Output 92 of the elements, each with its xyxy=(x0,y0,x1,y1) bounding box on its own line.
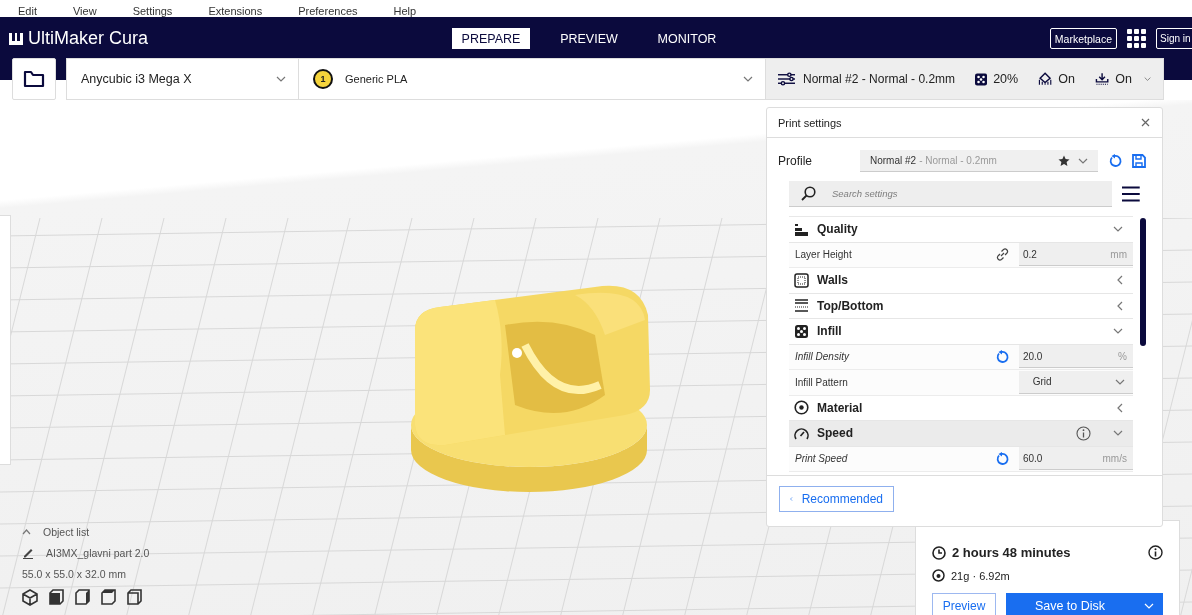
search-field[interactable]: Search settings xyxy=(789,181,1113,207)
sliders-icon xyxy=(778,70,796,88)
reset-icon[interactable] xyxy=(1108,154,1122,168)
save-icon[interactable] xyxy=(1132,154,1146,168)
adhesion-icon xyxy=(1095,70,1110,88)
view-front-icon[interactable] xyxy=(48,589,65,606)
chevron-down-icon xyxy=(1113,430,1123,437)
setting-dropdown[interactable]: Grid xyxy=(1018,370,1133,394)
view-top-icon[interactable] xyxy=(100,589,117,606)
app-title: UltiMaker Cura xyxy=(28,28,149,49)
caret-up-icon[interactable] xyxy=(22,529,31,535)
setting-label: Print Speed xyxy=(795,453,849,465)
profile-summary: Normal #2 - Normal - 0.2mm xyxy=(803,72,956,86)
menu-item[interactable]: Settings xyxy=(132,5,173,17)
chevron-left-icon xyxy=(1117,275,1123,286)
pencil-icon xyxy=(22,547,34,559)
marketplace-button[interactable]: Marketplace xyxy=(1049,28,1117,49)
chevron-down-icon xyxy=(1115,378,1125,385)
setting-category[interactable]: Top/Bottom xyxy=(789,293,1133,319)
folder-icon xyxy=(23,70,45,88)
print-settings-summary[interactable]: Normal #2 - Normal - 0.2mm 20% On On xyxy=(766,58,1164,100)
chevron-down-icon xyxy=(1113,328,1123,335)
logo-icon xyxy=(8,31,24,46)
view-left-icon[interactable] xyxy=(126,589,143,606)
setting-label: Layer Height xyxy=(795,249,853,261)
support-value: On xyxy=(1058,72,1076,86)
profile-label: Profile xyxy=(778,154,813,168)
stage-tab[interactable]: MONITOR xyxy=(648,28,726,49)
setting-label: Infill Density xyxy=(795,351,851,363)
stage-tab[interactable]: PREVIEW xyxy=(550,28,628,49)
material-selector[interactable]: 1 Generic PLA xyxy=(299,58,766,100)
chevron-left-icon xyxy=(1117,300,1123,311)
infill-icon xyxy=(975,70,988,88)
recommended-button[interactable]: Recommended xyxy=(779,486,894,512)
setting-category[interactable]: Speed xyxy=(789,421,1133,447)
infill-value: 20% xyxy=(993,72,1019,86)
setting-category[interactable]: Walls xyxy=(789,268,1133,294)
panel-title: Print settings xyxy=(778,116,842,129)
menu-item[interactable]: Help xyxy=(393,5,417,17)
setting-category[interactable]: Quality xyxy=(789,217,1133,243)
profile-dropdown[interactable]: Normal #2 - Normal - 0.2mm xyxy=(860,150,1098,172)
walls-icon xyxy=(794,272,809,288)
menu-item[interactable]: Extensions xyxy=(208,5,263,17)
scrollbar-thumb[interactable] xyxy=(1140,218,1146,346)
gauge-icon xyxy=(794,425,809,441)
extruder-badge: 1 xyxy=(313,69,333,89)
object-list-toggle[interactable]: Object list xyxy=(43,526,90,538)
spool-icon xyxy=(794,400,809,416)
quality-icon xyxy=(794,221,809,237)
close-icon[interactable] xyxy=(1141,118,1150,127)
chevron-down-icon xyxy=(276,76,286,82)
reset-icon[interactable] xyxy=(995,349,1010,364)
setting-input[interactable]: 0.2 mm xyxy=(1018,243,1133,267)
menu-item[interactable]: Preferences xyxy=(298,5,358,17)
chevron-down-icon xyxy=(1143,76,1151,82)
link-icon xyxy=(994,247,1010,263)
chevron-down-icon xyxy=(1078,157,1088,164)
clock-icon xyxy=(932,545,946,560)
chevron-left-icon xyxy=(1117,402,1123,413)
menu-item[interactable]: Edit xyxy=(18,5,37,17)
setting-label: Infill Pattern xyxy=(795,376,849,388)
open-file-button[interactable] xyxy=(12,58,56,100)
top-bottom-icon xyxy=(794,298,809,314)
stage-tab[interactable]: PREPARE xyxy=(452,28,530,49)
setting-input[interactable]: 20.0 % xyxy=(1018,345,1133,369)
chevron-down-icon xyxy=(743,76,753,82)
spool-icon xyxy=(932,569,945,582)
material-usage: 21g · 6.92m xyxy=(951,569,1010,582)
print-time: 2 hours 48 minutes xyxy=(952,545,1071,560)
apps-grid-icon[interactable] xyxy=(1127,29,1146,48)
search-icon xyxy=(801,186,816,201)
preview-button[interactable]: Preview xyxy=(932,593,996,615)
info-icon[interactable] xyxy=(1148,545,1163,560)
chevron-down-icon xyxy=(1143,602,1154,609)
infill-icon xyxy=(794,323,809,339)
reset-icon[interactable] xyxy=(995,451,1010,466)
chevron-down-icon xyxy=(1113,226,1123,233)
setting-category[interactable]: Infill xyxy=(789,319,1133,345)
object-dimensions: 55.0 x 55.0 x 32.0 mm xyxy=(22,568,127,580)
star-icon xyxy=(1058,154,1070,167)
search-input[interactable]: Search settings xyxy=(830,182,1101,205)
support-icon xyxy=(1038,70,1053,88)
view-side-icon[interactable] xyxy=(74,589,91,606)
printer-selector[interactable]: Anycubic i3 Mega X xyxy=(66,58,299,100)
object-name: AI3MX_glavni part 2.0 xyxy=(46,547,150,559)
view-3d-icon[interactable] xyxy=(22,589,39,606)
menu-item[interactable]: View xyxy=(72,5,97,17)
adhesion-value: On xyxy=(1115,72,1132,86)
sign-in-button[interactable]: Sign in xyxy=(1156,28,1192,49)
menu-icon[interactable] xyxy=(1122,186,1140,202)
save-to-disk-button[interactable]: Save to Disk xyxy=(1006,593,1134,615)
setting-input[interactable]: 60.0 mm/s xyxy=(1018,447,1133,471)
